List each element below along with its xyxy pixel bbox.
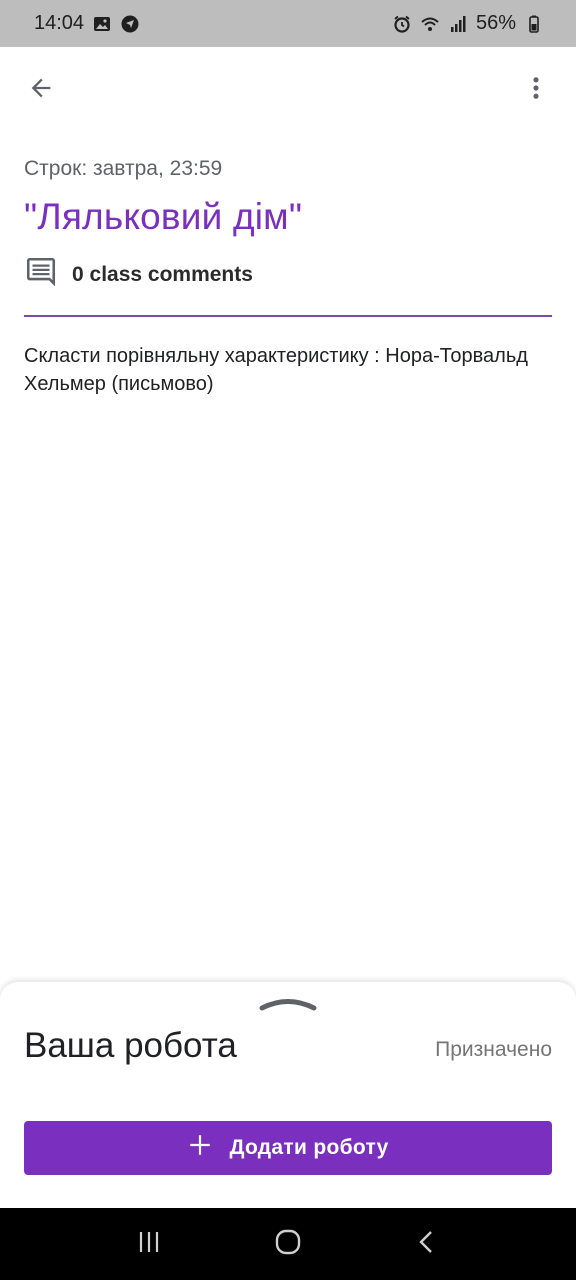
- system-nav-bar: [0, 1208, 576, 1280]
- home-icon: [273, 1227, 303, 1262]
- your-work-sheet[interactable]: Ваша робота Призначено Додати роботу: [0, 982, 576, 1208]
- more-vertical-icon: [522, 74, 550, 107]
- battery-icon: [524, 14, 544, 34]
- more-options-button[interactable]: [514, 69, 558, 111]
- class-comments-link[interactable]: 0 class comments: [24, 255, 253, 295]
- home-button[interactable]: [268, 1224, 308, 1264]
- add-work-label: Додати роботу: [229, 1136, 389, 1159]
- comment-icon: [24, 255, 58, 295]
- alarm-icon: [392, 14, 412, 34]
- add-work-button[interactable]: Додати роботу: [24, 1121, 552, 1175]
- send-icon: [120, 14, 140, 34]
- image-icon: [92, 14, 112, 34]
- assignment-title: "Ляльковий дім": [24, 196, 303, 237]
- chevron-up-icon[interactable]: [258, 996, 318, 1012]
- plus-icon: [187, 1132, 213, 1164]
- arrow-back-icon: [27, 74, 55, 107]
- due-date: Строк: завтра, 23:59: [24, 157, 223, 180]
- wifi-icon: [420, 14, 440, 34]
- signal-icon: [448, 14, 468, 34]
- status-right: 56%: [392, 12, 544, 35]
- work-status-badge: Призначено: [435, 1038, 552, 1061]
- assignment-description: Скласти порівняльну характеристику : Нор…: [24, 345, 528, 395]
- status-left: 14:04: [34, 12, 140, 35]
- recents-button[interactable]: [129, 1224, 169, 1264]
- back-nav-button[interactable]: [407, 1224, 447, 1264]
- back-nav-icon: [413, 1228, 441, 1261]
- status-time: 14:04: [34, 12, 85, 34]
- recents-icon: [135, 1228, 163, 1261]
- battery-percent: 56%: [475, 12, 516, 34]
- app-bar: [0, 47, 576, 131]
- divider: [24, 315, 552, 317]
- back-button[interactable]: [20, 69, 62, 111]
- your-work-title: Ваша робота: [24, 1026, 237, 1065]
- class-comments-label: 0 class comments: [72, 263, 253, 286]
- status-bar: 14:04 56%: [0, 0, 576, 47]
